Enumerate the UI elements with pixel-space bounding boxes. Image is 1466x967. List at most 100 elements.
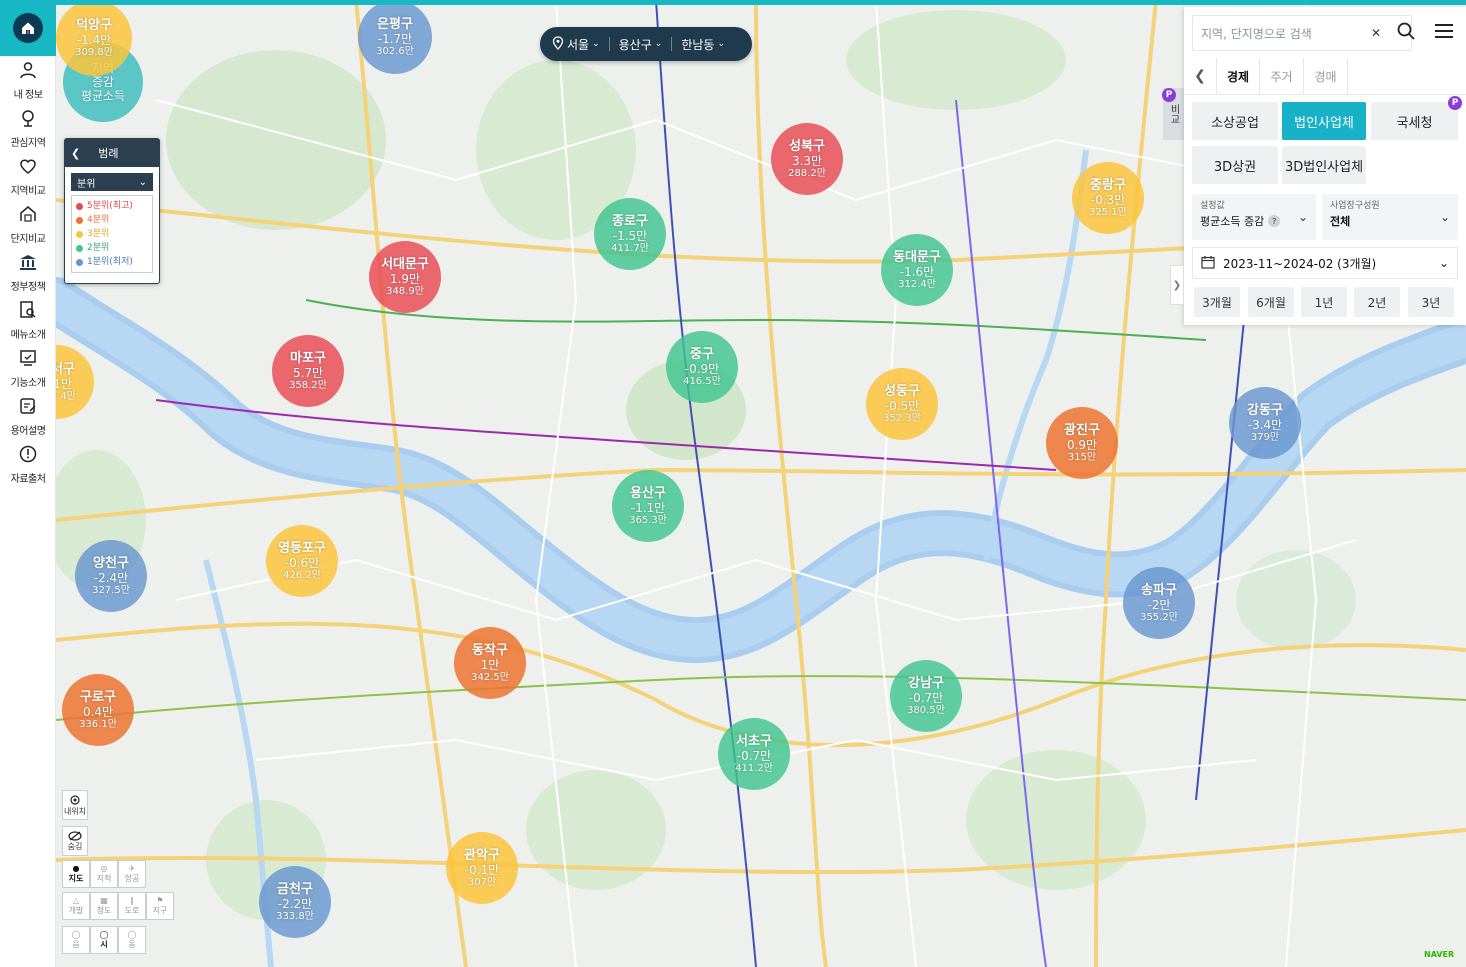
- district-bubble[interactable]: 동작구 1만 342.5만: [454, 627, 526, 699]
- sidebar-item-7[interactable]: 용어설명: [0, 392, 56, 440]
- district-bubble[interactable]: 강남구 -0.7만 380.5만: [890, 660, 962, 732]
- layer-road[interactable]: ∥ 도로: [118, 892, 146, 920]
- period-3y[interactable]: 3년: [1408, 287, 1454, 317]
- district-val: 327.5만: [92, 584, 130, 596]
- document-search-icon: [18, 300, 38, 324]
- district-val: 355.2만: [1140, 611, 1178, 623]
- district-bubble[interactable]: 광진구 0.9만 315만: [1046, 407, 1118, 479]
- district-name: 종로구: [612, 213, 648, 229]
- district-bubble[interactable]: 성북구 3.3만 288.2만: [771, 123, 843, 195]
- district-dropdown[interactable]: 용산구 ⌄: [619, 36, 663, 53]
- home-logo[interactable]: [0, 0, 56, 56]
- chevron-down-icon: ⌄: [1438, 256, 1449, 270]
- district-bubble[interactable]: 중구 -0.9만 416.5만: [666, 331, 738, 403]
- layer-blueprint[interactable]: ▦ 청도: [90, 892, 118, 920]
- hide-label: 숨김: [67, 841, 83, 851]
- district-bubble[interactable]: 은평구 -1.7만 302.6만: [358, 0, 432, 74]
- sidebar-item-4[interactable]: 정부정책: [0, 248, 56, 296]
- legend-selector[interactable]: 분위 ⌄: [71, 173, 153, 191]
- level-eup[interactable]: ◯ 읍: [62, 926, 90, 954]
- sidebar-item-8[interactable]: 자료출처: [0, 440, 56, 488]
- dong-dropdown[interactable]: 한남동 ⌄: [681, 36, 725, 53]
- location-pin-icon: [18, 108, 38, 132]
- district-name: 송파구: [1141, 582, 1177, 598]
- pin-icon: ◯: [71, 930, 81, 939]
- search-icon[interactable]: [1396, 21, 1416, 41]
- crosshair-icon: [70, 794, 80, 805]
- sidebar-item-6[interactable]: 기능소개: [0, 344, 56, 392]
- setting-dropdown[interactable]: 설정값 평균소득 증감? ⌄: [1192, 194, 1316, 240]
- info-circle-icon: [18, 444, 38, 468]
- sidebar-item-2[interactable]: 지역비교: [0, 152, 56, 200]
- layer-district[interactable]: ⚑ 지구: [146, 892, 174, 920]
- tab-housing[interactable]: 주거: [1260, 58, 1304, 94]
- chevron-left-icon[interactable]: ❮: [71, 147, 80, 160]
- district-bubble[interactable]: 덕양구 -1.4만 309.8만: [56, 0, 132, 76]
- level-si[interactable]: ◯ 시: [90, 926, 118, 954]
- sidebar-item-label: 관심지역: [10, 137, 46, 149]
- info-line3: 평균소득: [80, 89, 126, 103]
- level-dong[interactable]: ◯ 동: [118, 926, 146, 954]
- category-corporation[interactable]: 법인사업체: [1282, 102, 1366, 140]
- category-small-business[interactable]: 소상공업: [1192, 102, 1278, 140]
- date-range-picker[interactable]: 2023-11~2024-02 (3개월) ⌄: [1192, 247, 1458, 279]
- layer-development[interactable]: △ 개발: [62, 892, 90, 920]
- sidebar-item-0[interactable]: 내 정보: [0, 56, 56, 104]
- period-6m[interactable]: 6개월: [1248, 287, 1294, 317]
- district-val: 342.5만: [471, 671, 509, 683]
- district-bubble[interactable]: 강동구 -3.4만 379만: [1229, 387, 1301, 459]
- my-location-label: 내위치: [63, 806, 87, 816]
- period-2y[interactable]: 2년: [1354, 287, 1400, 317]
- district-bubble[interactable]: 구로구 0.4만 336.1만: [62, 674, 134, 746]
- district-bubble[interactable]: 금천구 -2.2만 333.8만: [259, 866, 331, 938]
- district-val: 411.2만: [735, 762, 773, 774]
- category-3d-commercial[interactable]: 3D상권: [1192, 146, 1278, 184]
- district-bubble[interactable]: 동대문구 -1.6만 312.4만: [881, 234, 953, 306]
- category-3d-corporation[interactable]: 3D법인사업체: [1282, 146, 1366, 184]
- premium-badge: P: [1162, 88, 1176, 102]
- district-bubble[interactable]: 서대문구 1.9만 348.9만: [369, 241, 441, 313]
- city-dropdown[interactable]: 서울 ⌄: [552, 35, 600, 53]
- search-placeholder: 지역, 단지명으로 검색: [1201, 26, 1312, 41]
- tab-economy[interactable]: 경제: [1216, 58, 1260, 94]
- sidebar-item-5[interactable]: 메뉴소개: [0, 296, 56, 344]
- pin-icon: ●: [72, 864, 80, 873]
- district-pct: 3.3만: [791, 153, 823, 168]
- sidebar-item-3[interactable]: 단지비교: [0, 200, 56, 248]
- period-3m[interactable]: 3개월: [1194, 287, 1240, 317]
- district-bubble[interactable]: 성동구 -0.5만 352.3만: [866, 368, 938, 440]
- panel-collapse-toggle[interactable]: ❯: [1170, 265, 1184, 305]
- hide-button[interactable]: 숨김: [62, 826, 88, 856]
- org-label: 사업장구성원: [1330, 201, 1380, 211]
- district-bubble[interactable]: 중랑구 -0.3만 325.1만: [1072, 162, 1144, 234]
- district-bubble[interactable]: 서초구 -0.7만 411.2만: [718, 718, 790, 790]
- chevron-down-icon: ⌄: [654, 39, 663, 49]
- sidebar-item-1[interactable]: 관심지역: [0, 104, 56, 152]
- district-bubble[interactable]: 용산구 -1.1만 365.3만: [612, 470, 684, 542]
- legend-item: 2분위: [76, 241, 148, 255]
- layer-aerial[interactable]: ✈ 항공: [118, 860, 146, 888]
- period-1y[interactable]: 1년: [1301, 287, 1347, 317]
- clear-icon[interactable]: ✕: [1371, 26, 1381, 40]
- org-dropdown[interactable]: 사업장구성원 전체 ⌄: [1322, 194, 1458, 240]
- layer-map[interactable]: ● 지도: [62, 860, 90, 888]
- help-icon[interactable]: ?: [1268, 215, 1281, 227]
- district-bubble[interactable]: 관악구 -0.1만 307만: [446, 832, 518, 904]
- my-location-button[interactable]: 내위치: [62, 790, 88, 820]
- dong-label: 한남동: [681, 37, 715, 52]
- legend-label: 5분위(최고): [87, 201, 133, 211]
- district-bubble[interactable]: 종로구 -1.5만 411.7만: [594, 198, 666, 270]
- district-bubble[interactable]: 영등포구 -0.6만 426.2만: [266, 525, 338, 597]
- district-bubble[interactable]: 양천구 -2.4만 327.5만: [75, 540, 147, 612]
- layer-cadastral[interactable]: ◎ 지적: [90, 860, 118, 888]
- district-val: 312.4만: [898, 278, 936, 290]
- district-name: 성동구: [884, 383, 920, 399]
- chevron-left-icon[interactable]: ❮: [1184, 58, 1216, 94]
- tab-auction[interactable]: 경매: [1304, 58, 1348, 94]
- district-bubble[interactable]: 마포구 5.7만 358.2만: [272, 335, 344, 407]
- district-bubble[interactable]: 송파구 -2만 355.2만: [1123, 567, 1195, 639]
- category-national-tax[interactable]: 국세청: [1371, 102, 1458, 140]
- location-selector[interactable]: 서울 ⌄ 용산구 ⌄ 한남동 ⌄: [540, 27, 752, 61]
- search-input[interactable]: 지역, 단지명으로 검색 ✕: [1192, 15, 1412, 51]
- hamburger-menu-icon[interactable]: [1433, 21, 1455, 41]
